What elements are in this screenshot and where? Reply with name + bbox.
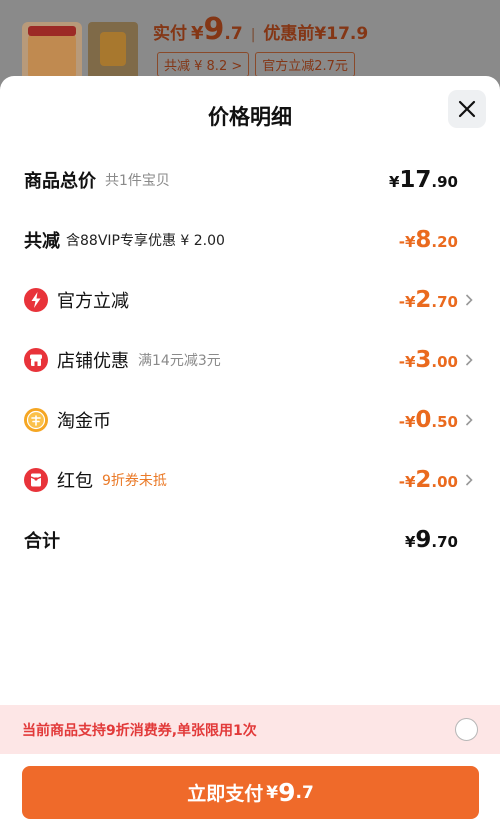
store-icon: [24, 348, 48, 372]
pay-now-int: 9: [278, 778, 296, 807]
red-packet-sub: 9折券未抵: [102, 473, 167, 489]
total-discount-sub: 含88VIP专享优惠 ¥ 2.00: [66, 233, 225, 249]
coin-icon: [24, 408, 48, 432]
header-price-int: 9: [203, 12, 225, 47]
price-detail-sheet: 价格明细 商品总价 共1件宝贝 ¥ 17 .90 共减 含88VIP专享优惠 ¥…: [0, 76, 500, 838]
amount-dec: .00: [431, 353, 458, 371]
pay-now-currency: ¥: [266, 782, 279, 803]
currency: ¥: [388, 173, 400, 191]
amount-dec: .50: [431, 413, 458, 431]
lightning-icon: [24, 288, 48, 312]
currency: -¥: [398, 233, 416, 251]
row-total-discount: 共减 含88VIP专享优惠 ¥ 2.00 -¥ 8 .20: [24, 222, 476, 258]
currency: -¥: [398, 293, 416, 311]
goods-total-label: 商品总价: [24, 171, 96, 192]
pay-now-dec: .7: [295, 782, 314, 803]
close-button[interactable]: [448, 90, 486, 128]
amount-dec: .70: [431, 533, 458, 551]
row-sum: 合计 ¥ 9 .70: [24, 522, 476, 558]
official-discount-tag: 官方立减2.7元: [255, 52, 355, 77]
official-discount-amount: -¥ 2 .70: [399, 287, 458, 313]
amount-dec: .00: [431, 473, 458, 491]
red-packet-icon: [24, 468, 48, 492]
header-pre-price: 优惠前¥17.9: [263, 24, 369, 44]
header-price-dec: .7: [224, 24, 243, 44]
goods-total-amount: ¥ 17 .90: [389, 167, 458, 193]
store-discount-sub: 满14元减3元: [138, 353, 221, 369]
amount-dec: .70: [431, 293, 458, 311]
official-discount-label: 官方立减: [57, 291, 129, 312]
chevron-right-icon: [462, 294, 476, 306]
currency: -¥: [398, 353, 416, 371]
sum-label: 合计: [24, 531, 60, 552]
store-discount-amount: -¥ 3 .00: [399, 347, 458, 373]
amount-dec: .90: [431, 173, 458, 191]
row-official-discount[interactable]: 官方立减 -¥ 2 .70: [24, 282, 476, 318]
header-separator: |: [250, 27, 256, 43]
amount-int: 3: [415, 347, 432, 373]
coupon-notice-text: 当前商品支持9折消费券,单张限用1次: [22, 722, 257, 739]
total-discount-amount: -¥ 8 .20: [399, 227, 458, 253]
header-currency: ¥: [191, 23, 204, 44]
coupon-radio[interactable]: [455, 718, 478, 741]
row-store-discount[interactable]: 店铺优惠 满14元减3元 -¥ 3 .00: [24, 342, 476, 378]
amount-int: 17: [399, 167, 432, 193]
product-image-pouch: [88, 22, 138, 84]
header-price: 实付 ¥ 9 .7 | 优惠前¥17.9: [153, 12, 368, 47]
close-icon: [458, 100, 476, 118]
pay-now-button[interactable]: 立即支付 ¥ 9 .7: [22, 766, 479, 819]
header-tags: 共减 ¥ 8.2 > 官方立减2.7元: [157, 52, 355, 77]
row-goods-total: 商品总价 共1件宝贝 ¥ 17 .90: [24, 162, 476, 198]
sheet-title: 价格明细: [208, 105, 292, 129]
pay-now-label: 立即支付: [187, 783, 264, 805]
goods-total-sub: 共1件宝贝: [105, 173, 170, 189]
amount-int: 0: [415, 407, 432, 433]
taobao-coins-amount: -¥ 0 .50: [399, 407, 458, 433]
row-red-packet[interactable]: 红包 9折券未抵 -¥ 2 .00: [24, 462, 476, 498]
chevron-right-icon: [462, 354, 476, 366]
row-taobao-coins[interactable]: 淘金币 -¥ 0 .50: [24, 402, 476, 438]
red-packet-amount: -¥ 2 .00: [399, 467, 458, 493]
amount-int: 9: [415, 527, 432, 553]
product-image-jar: [22, 22, 82, 84]
amount-int: 8: [415, 227, 432, 253]
amount-int: 2: [415, 287, 432, 313]
sum-amount: ¥ 9 .70: [405, 527, 458, 553]
red-packet-label: 红包: [57, 471, 93, 492]
amount-int: 2: [415, 467, 432, 493]
currency: -¥: [398, 413, 416, 431]
header-price-label: 实付: [153, 24, 187, 44]
chevron-right-icon: [462, 474, 476, 486]
amount-dec: .20: [431, 233, 458, 251]
currency: ¥: [404, 533, 416, 551]
total-discount-label: 共减: [24, 231, 60, 252]
discount-tag[interactable]: 共减 ¥ 8.2 >: [157, 52, 250, 77]
taobao-coins-label: 淘金币: [57, 411, 111, 432]
currency: -¥: [398, 473, 416, 491]
store-discount-label: 店铺优惠: [57, 351, 129, 372]
coupon-notice: 当前商品支持9折消费券,单张限用1次: [0, 705, 500, 754]
chevron-right-icon: [462, 414, 476, 426]
